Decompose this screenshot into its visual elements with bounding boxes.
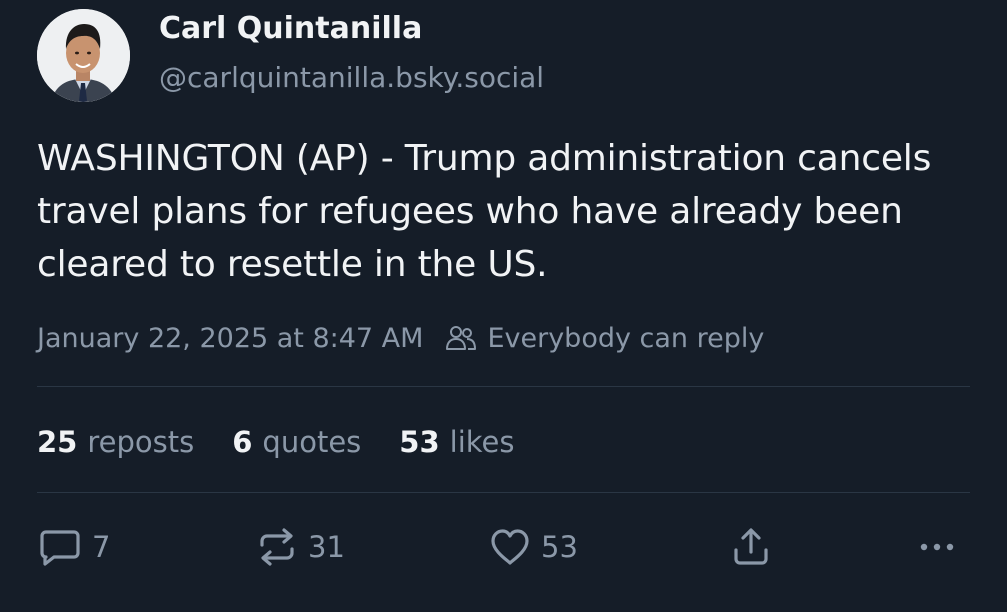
author-display-name[interactable]: Carl Quintanilla bbox=[159, 11, 422, 46]
likes-stat[interactable]: 53 likes bbox=[399, 425, 514, 459]
action-bar: 7 31 53 bbox=[0, 522, 1007, 572]
repost-icon bbox=[260, 528, 294, 566]
reposts-label: reposts bbox=[87, 425, 195, 459]
share-icon bbox=[734, 528, 768, 565]
post-thread-view: Carl Quintanilla @carlquintanilla.bsky.s… bbox=[0, 0, 1007, 612]
avatar-photo-icon bbox=[37, 9, 130, 102]
more-options-button[interactable] bbox=[918, 522, 958, 572]
ellipsis-icon bbox=[920, 543, 954, 551]
repost-count: 31 bbox=[308, 530, 345, 564]
share-button[interactable] bbox=[731, 522, 771, 572]
author-avatar[interactable] bbox=[37, 9, 130, 102]
reply-setting: Everybody can reply bbox=[445, 323, 764, 354]
quotes-label: quotes bbox=[262, 425, 362, 459]
divider bbox=[37, 386, 970, 387]
repost-button[interactable]: 31 bbox=[256, 522, 345, 572]
reposts-stat[interactable]: 25 reposts bbox=[37, 425, 194, 459]
reply-bubble-icon bbox=[40, 530, 80, 566]
people-icon bbox=[446, 326, 477, 350]
reply-count: 7 bbox=[92, 530, 111, 564]
author-handle[interactable]: @carlquintanilla.bsky.social bbox=[159, 61, 544, 94]
divider bbox=[37, 492, 970, 493]
reply-setting-label: Everybody can reply bbox=[487, 322, 765, 354]
like-count: 53 bbox=[541, 530, 578, 564]
post-timestamp[interactable]: January 22, 2025 at 8:47 AM bbox=[37, 323, 423, 354]
heart-icon bbox=[491, 529, 529, 565]
likes-label: likes bbox=[449, 425, 515, 459]
reposts-count: 25 bbox=[37, 425, 78, 459]
quotes-count: 6 bbox=[232, 425, 253, 459]
quotes-stat[interactable]: 6 quotes bbox=[232, 425, 361, 459]
reply-button[interactable]: 7 bbox=[38, 522, 110, 572]
post-body-text: WASHINGTON (AP) - Trump administration c… bbox=[37, 138, 932, 285]
post-meta: January 22, 2025 at 8:47 AM Everybody ca… bbox=[37, 318, 764, 358]
engagement-stats: 25 reposts 6 quotes 53 likes bbox=[37, 420, 552, 464]
like-button[interactable]: 53 bbox=[489, 522, 578, 572]
likes-count: 53 bbox=[399, 425, 440, 459]
